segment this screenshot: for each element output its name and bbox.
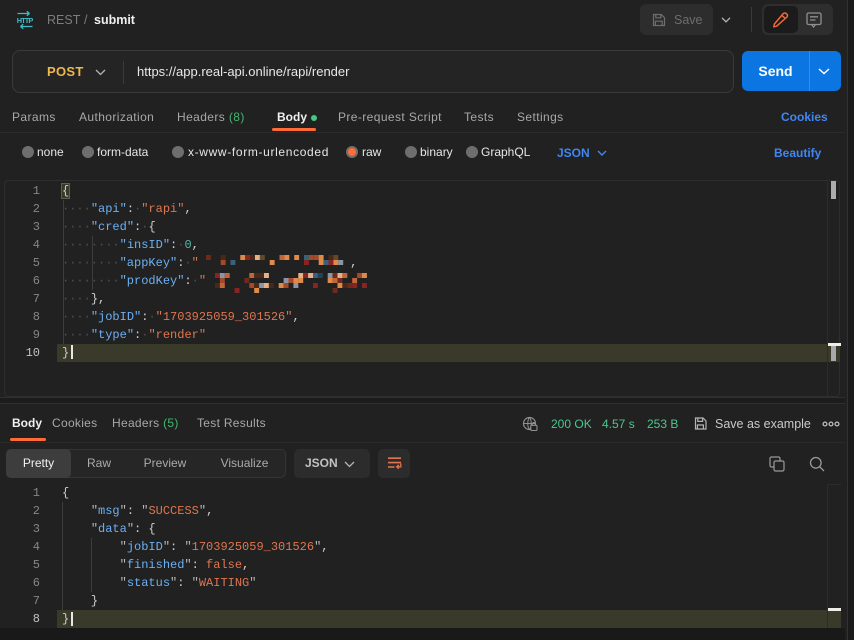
svg-text:HTTP: HTTP xyxy=(17,16,34,25)
